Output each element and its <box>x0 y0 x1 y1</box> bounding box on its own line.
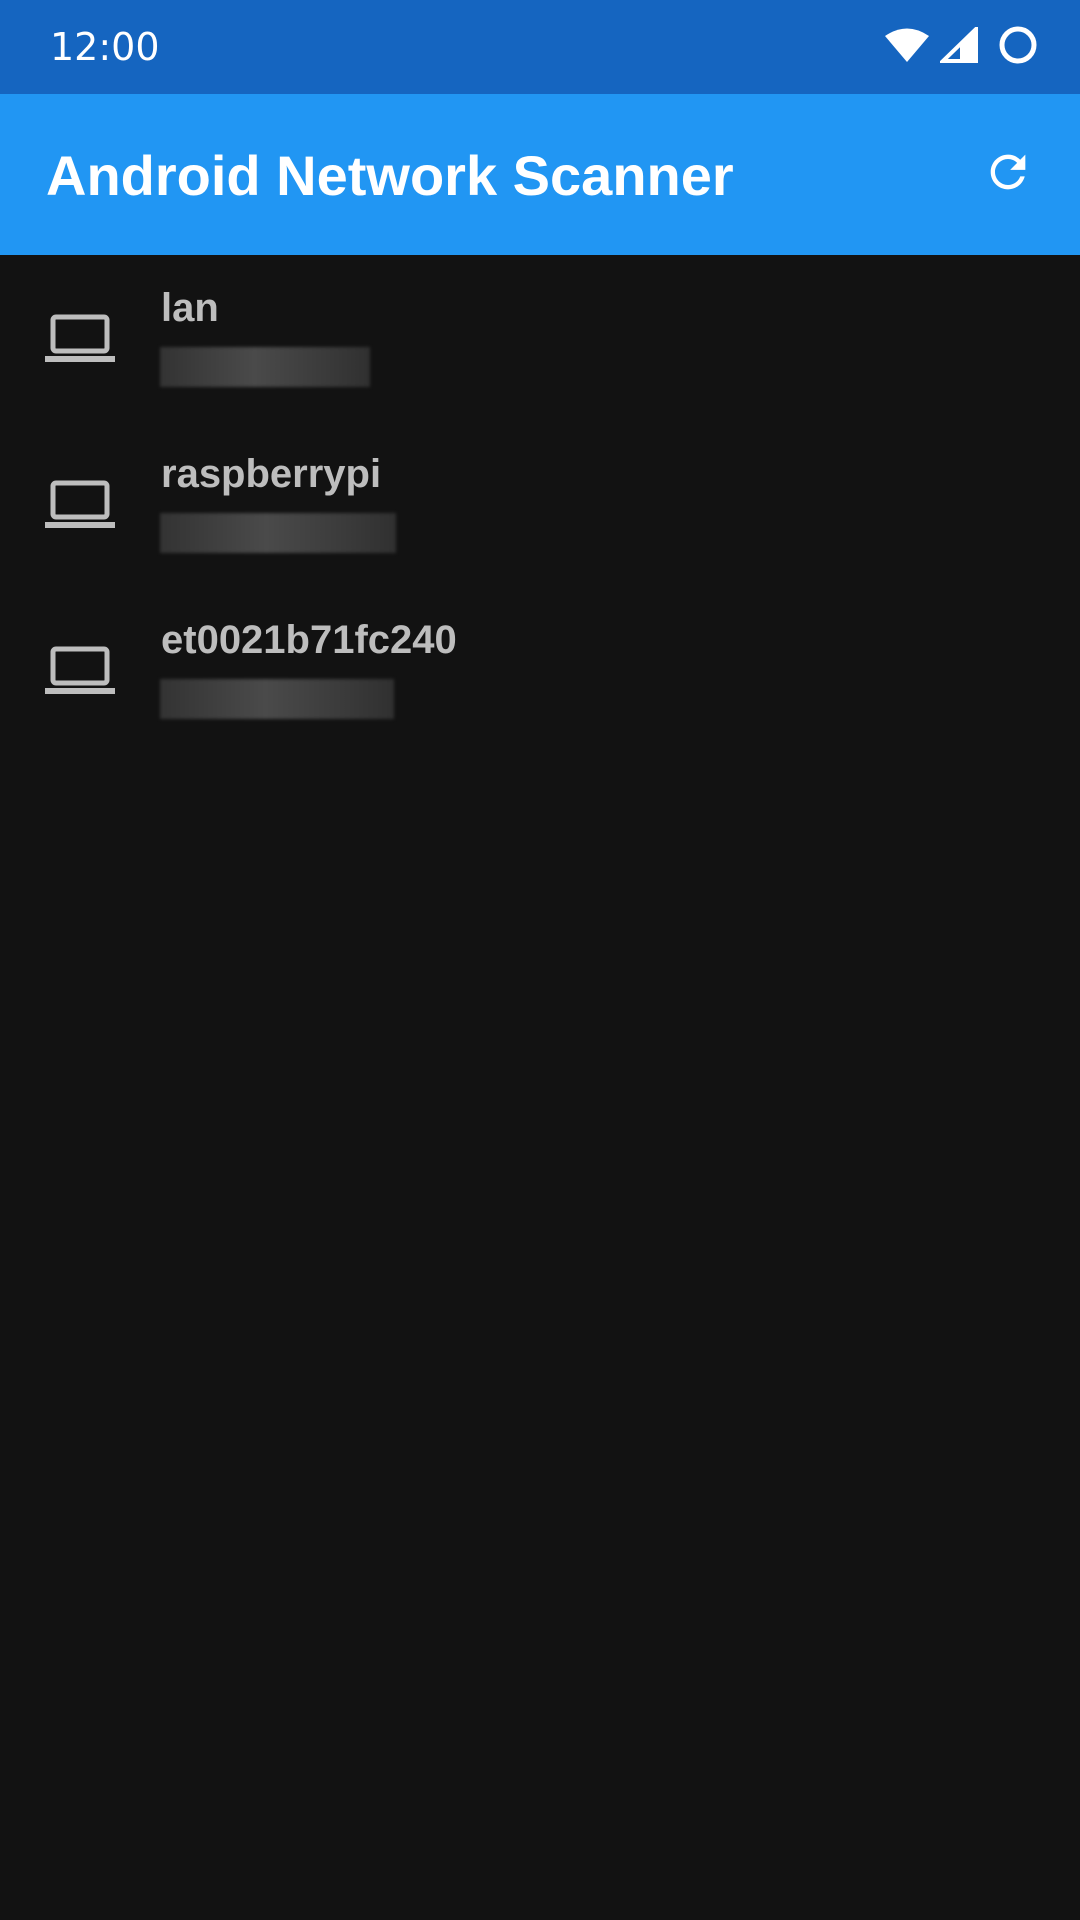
wifi-icon <box>884 27 930 68</box>
app-bar: Android Network Scanner <box>0 94 1080 255</box>
device-name: lan <box>161 286 219 330</box>
device-name: et0021b71fc240 <box>161 618 457 662</box>
device-item-et0021b71fc240[interactable]: et0021b71fc240 <box>0 587 1080 753</box>
device-address-redacted <box>160 513 396 553</box>
signal-icon <box>938 23 980 68</box>
device-list: lan raspberrypi et0021b71fc240 <box>0 255 1080 753</box>
laptop-icon <box>45 644 115 696</box>
status-time: 12:00 <box>50 25 160 69</box>
refresh-button[interactable] <box>966 132 1050 216</box>
app-title: Android Network Scanner <box>46 144 734 207</box>
device-address-redacted <box>160 347 370 387</box>
refresh-icon <box>982 146 1034 203</box>
laptop-icon <box>45 478 115 530</box>
battery-icon <box>998 25 1038 70</box>
device-item-lan[interactable]: lan <box>0 255 1080 421</box>
status-bar: 12:00 <box>0 0 1080 94</box>
device-address-redacted <box>160 679 394 719</box>
device-item-raspberrypi[interactable]: raspberrypi <box>0 421 1080 587</box>
status-icons <box>884 23 1038 70</box>
laptop-icon <box>45 312 115 364</box>
device-name: raspberrypi <box>161 452 382 496</box>
